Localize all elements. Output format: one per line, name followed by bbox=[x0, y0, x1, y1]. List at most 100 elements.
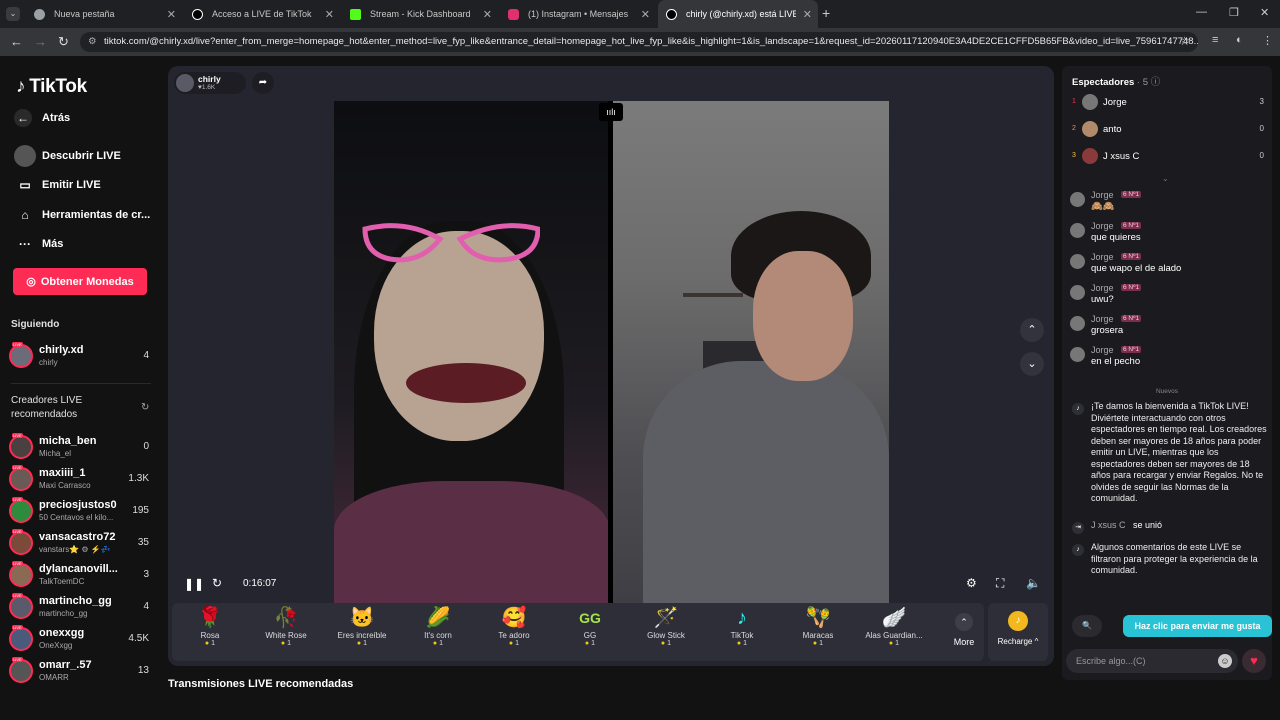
gift-item[interactable]: 🥰 Te adoro ● 1 bbox=[476, 603, 552, 661]
emoji-icon[interactable]: ☺ bbox=[1218, 654, 1232, 668]
gift-item[interactable]: 🪇 Maracas ● 1 bbox=[780, 603, 856, 661]
back-icon[interactable]: ← bbox=[10, 34, 23, 49]
coin-icon: ● bbox=[204, 640, 210, 647]
live-badge: LIVE bbox=[12, 529, 23, 534]
restore-icon[interactable]: ❐ bbox=[1229, 6, 1239, 19]
minimize-icon[interactable]: — bbox=[1196, 6, 1207, 18]
profile-icon[interactable]: ◐ bbox=[1236, 34, 1243, 46]
live-badge: LIVE bbox=[12, 465, 23, 470]
nav-more[interactable]: ··· Más bbox=[14, 233, 63, 255]
close-tab-icon[interactable]: ✕ bbox=[325, 8, 334, 21]
gift-item[interactable]: 🥀 White Rose ● 1 bbox=[248, 603, 324, 661]
nav-go-live[interactable]: ▭ Emitir LIVE bbox=[14, 174, 100, 196]
browser-tab[interactable]: Stream - Kick Dashboard ✕ bbox=[342, 0, 498, 28]
recommended-creator[interactable]: LIVE maxiiii_1 Maxi Carrasco 1.3K bbox=[9, 465, 153, 493]
nav-discover-live[interactable]: Descubrir LIVE bbox=[14, 145, 121, 167]
tab-search-icon[interactable]: ⌄ bbox=[6, 7, 20, 21]
close-tab-icon[interactable]: ✕ bbox=[167, 8, 176, 21]
reload-icon[interactable]: ↻ bbox=[58, 34, 69, 50]
refresh-icon[interactable]: ↻ bbox=[141, 402, 149, 413]
url-field[interactable]: ⚙ tiktok.com/@chirly.xd/live?enter_from_m… bbox=[80, 32, 1198, 52]
recommended-creator[interactable]: LIVE onexxgg OneXxgg 4.5K bbox=[9, 625, 153, 653]
gift-item[interactable]: 🌹 Rosa ● 1 bbox=[172, 603, 248, 661]
gift-item[interactable]: 🪄 Glow Stick ● 1 bbox=[628, 603, 704, 661]
close-tab-icon[interactable]: ✕ bbox=[641, 8, 650, 21]
recommended-creator[interactable]: LIVE micha_ben Micha_el 0 bbox=[9, 433, 153, 461]
viewer-row[interactable]: 3J xsus C0 bbox=[1072, 148, 1268, 168]
host-info[interactable]: chirly ♥1.6K bbox=[174, 72, 246, 94]
like-heart-icon[interactable]: ♥ bbox=[1242, 649, 1266, 673]
gift-rose-icon: 🌹 bbox=[197, 607, 223, 629]
coin-icon: ● bbox=[584, 640, 590, 647]
more-gifts-button[interactable]: ⌃ More bbox=[944, 603, 984, 661]
browser-tab[interactable]: Acceso a LIVE de TikTok ✕ bbox=[184, 0, 340, 28]
coin-icon: ● bbox=[432, 640, 438, 647]
new-tab-icon[interactable]: + bbox=[822, 5, 830, 21]
settings-gear-icon[interactable]: ⚙ bbox=[966, 576, 977, 590]
recommended-creator[interactable]: LIVE martincho_gg martincho_gg 4 bbox=[9, 593, 153, 621]
send-like-button[interactable]: Haz clic para enviar me gusta bbox=[1123, 615, 1272, 637]
viewer-row[interactable]: 1 Jorge 3 bbox=[1072, 94, 1268, 114]
following-heading: Siguiendo bbox=[11, 319, 60, 330]
live-badge: LIVE bbox=[12, 657, 23, 662]
volume-icon[interactable]: 🔈 bbox=[1026, 576, 1041, 590]
recommended-creator[interactable]: LIVE dylancanovill... TalkToemDC 3 bbox=[9, 561, 153, 589]
gift-corn-icon: 🌽 bbox=[425, 607, 451, 629]
magnifier-icon[interactable]: 🔍 bbox=[1072, 615, 1102, 637]
recommended-creator[interactable]: LIVE preciosjustos0 50 Centavos el kilo...… bbox=[9, 497, 153, 525]
close-tab-icon[interactable]: ✕ bbox=[803, 8, 812, 21]
live-badge: LIVE bbox=[12, 625, 23, 630]
gift-item[interactable]: 🪽 Alas Guardian... ● 1 bbox=[856, 603, 932, 661]
tiktok-logo[interactable]: ♪ TikTok bbox=[16, 76, 91, 98]
gift-bar: 🌹 Rosa ● 1 🥀 White Rose ● 1 🐱 Eres increíble ● 1 … bbox=[172, 603, 984, 661]
fullscreen-icon[interactable]: ⛶ bbox=[996, 576, 1004, 591]
bookmark-star-icon[interactable]: ☆ bbox=[1179, 34, 1190, 48]
close-tab-icon[interactable]: ✕ bbox=[483, 8, 492, 21]
close-window-icon[interactable]: ✕ bbox=[1260, 6, 1269, 19]
divider bbox=[11, 383, 151, 384]
site-info-icon[interactable]: ⚙ bbox=[88, 32, 97, 52]
menu-dots-icon[interactable]: ⋮ bbox=[1262, 34, 1273, 47]
refresh-stream-icon[interactable]: ↻ bbox=[212, 576, 222, 590]
next-stream-chevron-down-icon[interactable]: ⌄ bbox=[1020, 352, 1044, 376]
recharge-button[interactable]: ♪ Recharge ^ bbox=[988, 603, 1048, 661]
share-icon[interactable]: ➦ bbox=[252, 72, 274, 94]
viewer-row[interactable]: 2 anto 0 bbox=[1072, 121, 1268, 141]
avatar bbox=[1070, 316, 1085, 331]
following-creator[interactable]: LIVE chirly.xd chirly 4 bbox=[9, 342, 153, 370]
recommended-creator[interactable]: LIVE vansacastro72 vanstars⭐ ⚙ ⚡💤 35 bbox=[9, 529, 153, 557]
browser-tab[interactable]: Nueva pestaña ✕ bbox=[26, 0, 182, 28]
avatar bbox=[9, 659, 33, 683]
browser-tab-active[interactable]: chirly (@chirly.xd) está LIVE ✕ bbox=[658, 0, 818, 28]
tiktok-note-icon: ♪ bbox=[16, 76, 26, 97]
gift-item[interactable]: 🌽 It's corn ● 1 bbox=[400, 603, 476, 661]
fan-badge: 6 Nº1 bbox=[1121, 315, 1142, 322]
gift-wings-icon: 🪽 bbox=[881, 607, 907, 629]
pause-icon[interactable]: ❚❚ bbox=[184, 577, 204, 591]
previous-stream-chevron-up-icon[interactable]: ⌃ bbox=[1020, 318, 1044, 342]
globe-icon bbox=[34, 8, 45, 20]
fan-badge: 6 Nº1 bbox=[1121, 284, 1142, 291]
chat-input[interactable]: Escribe algo...(C) ☺ bbox=[1066, 649, 1238, 673]
avatar bbox=[1082, 121, 1098, 137]
fan-badge: 6 Nº1 bbox=[1121, 346, 1142, 353]
avatar bbox=[9, 563, 33, 587]
forward-icon[interactable]: → bbox=[34, 34, 47, 49]
live-badge: LIVE bbox=[12, 433, 23, 438]
recommended-creator[interactable]: LIVE omarr_.57 OMARR 13 bbox=[9, 657, 153, 685]
gift-item[interactable]: GG GG ● 1 bbox=[552, 603, 628, 661]
expand-chevron-icon[interactable]: ⌄ bbox=[1162, 174, 1169, 183]
avatar bbox=[1082, 94, 1098, 110]
media-control-icon[interactable]: ≡ bbox=[1212, 34, 1218, 46]
audio-bars-icon[interactable]: ıılı bbox=[599, 103, 623, 121]
gift-item[interactable]: ♪ TikTok ● 1 bbox=[704, 603, 780, 661]
browser-tab[interactable]: (1) Instagram • Mensajes ✕ bbox=[500, 0, 656, 28]
nav-back[interactable]: ← Atrás bbox=[14, 109, 70, 127]
gift-item[interactable]: 🐱 Eres increíble ● 1 bbox=[324, 603, 400, 661]
coin-icon: ♪ bbox=[1008, 611, 1028, 631]
live-video[interactable]: ıılı bbox=[334, 101, 889, 604]
avatar bbox=[1070, 254, 1085, 269]
left-sidebar: ♪ TikTok ← Atrás Descubrir LIVE ▭ Emitir LI… bbox=[0, 56, 160, 720]
nav-creator-tools[interactable]: ⌂ Herramientas de cr... bbox=[14, 204, 150, 226]
get-coins-button[interactable]: ◎ Obtener Monedas bbox=[13, 268, 147, 295]
